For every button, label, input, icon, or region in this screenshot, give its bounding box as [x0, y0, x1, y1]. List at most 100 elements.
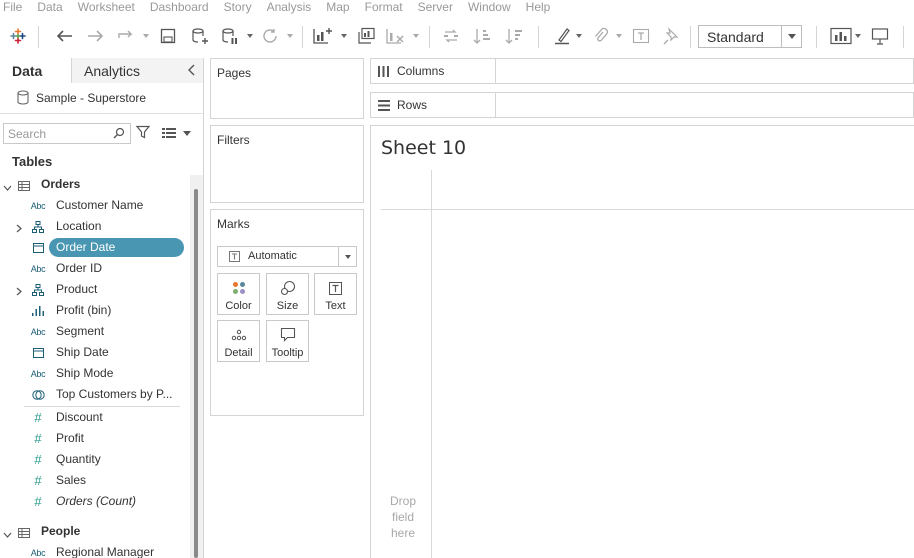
menu-file[interactable]: File: [0, 0, 22, 14]
save-icon[interactable]: [158, 24, 178, 48]
worksheet-canvas[interactable]: Sheet 10 Drop field here: [370, 125, 914, 558]
hierarchy-icon: [29, 220, 47, 233]
new-datasource-icon[interactable]: [190, 24, 210, 48]
number-type-icon: #: [34, 410, 42, 425]
rows-shelf[interactable]: Rows: [370, 92, 914, 118]
size-button[interactable]: Size: [266, 273, 309, 315]
text-button[interactable]: Text: [314, 273, 357, 315]
size-button-label: Size: [276, 300, 299, 312]
field-item[interactable]: # Discount: [0, 407, 192, 428]
menu-story[interactable]: Story: [220, 0, 252, 14]
presentation-icon[interactable]: [870, 24, 890, 48]
field-item[interactable]: # Quantity: [0, 449, 192, 470]
field-label: Customer Name: [56, 198, 144, 212]
database-icon: [17, 90, 29, 109]
field-item[interactable]: Abc Segment: [0, 321, 192, 342]
chevron-right-icon[interactable]: [16, 222, 22, 236]
field-item[interactable]: # Orders (Count): [0, 491, 192, 512]
menu-server[interactable]: Server: [414, 0, 453, 14]
group-icon: [590, 24, 610, 48]
tab-analytics[interactable]: Analytics: [72, 58, 203, 83]
search-box[interactable]: [3, 123, 131, 144]
data-pane: Data Analytics Sample - Superstore Table…: [0, 58, 204, 558]
table-people[interactable]: People: [0, 521, 192, 542]
collapse-pane-icon[interactable]: [187, 62, 197, 78]
duplicate-sheet-icon[interactable]: [355, 24, 377, 48]
pause-updates-icon[interactable]: [220, 24, 240, 48]
rows-icon: [378, 100, 390, 114]
menu-worksheet[interactable]: Worksheet: [74, 0, 135, 14]
datasource-item[interactable]: Sample - Superstore: [0, 84, 203, 114]
axis-divider-horizontal: [381, 209, 914, 210]
show-me-dropdown-icon[interactable]: [854, 24, 862, 48]
field-item[interactable]: # Profit: [0, 428, 192, 449]
pages-card-title: Pages: [217, 66, 252, 80]
undo-icon[interactable]: [54, 24, 74, 48]
scrollbar-thumb[interactable]: [194, 189, 198, 558]
drop-hint-line: field: [391, 510, 414, 524]
menu-dashboard[interactable]: Dashboard: [146, 0, 209, 14]
field-item[interactable]: # Sales: [0, 470, 192, 491]
menu-help[interactable]: Help: [522, 0, 551, 14]
filters-card[interactable]: Filters: [210, 125, 364, 203]
mark-type-select[interactable]: Automatic: [217, 246, 357, 267]
scrollbar[interactable]: [190, 175, 203, 558]
string-type-icon: Abc: [30, 200, 46, 211]
highlight-dropdown-icon[interactable]: [575, 24, 583, 48]
chevron-right-icon[interactable]: [16, 285, 22, 299]
fit-select[interactable]: Standard: [698, 25, 802, 48]
show-me-icon[interactable]: [829, 24, 853, 48]
pages-card[interactable]: Pages: [210, 58, 364, 119]
highlight-icon[interactable]: [552, 24, 572, 48]
color-button[interactable]: Color: [217, 273, 260, 315]
list-view-icon[interactable]: [162, 127, 176, 141]
table-orders[interactable]: Orders: [0, 174, 192, 195]
pause-dropdown-icon[interactable]: [246, 24, 254, 48]
search-input[interactable]: [8, 126, 108, 141]
refresh-icon: [260, 24, 280, 48]
field-item[interactable]: Product: [0, 279, 192, 300]
columns-shelf-label: Columns: [397, 64, 445, 78]
menu-format[interactable]: Format: [361, 0, 403, 14]
chevron-down-icon[interactable]: [781, 26, 801, 47]
sheet-title[interactable]: Sheet 10: [381, 137, 466, 159]
field-label: Order ID: [56, 261, 103, 275]
field-item[interactable]: Abc Customer Name: [0, 195, 192, 216]
table-name: Orders: [41, 177, 81, 191]
menu-window[interactable]: Window: [464, 0, 511, 14]
field-label: Product: [56, 282, 98, 296]
field-item[interactable]: Location: [0, 216, 192, 237]
tableau-logo-icon[interactable]: [8, 24, 28, 48]
chevron-down-icon[interactable]: [3, 180, 12, 194]
menu-map[interactable]: Map: [322, 0, 349, 14]
field-item[interactable]: Order Date: [0, 237, 192, 258]
field-label: Discount: [56, 410, 103, 424]
chevron-down-icon[interactable]: [338, 247, 356, 266]
number-type-icon: #: [34, 494, 42, 509]
view-dropdown-icon[interactable]: [183, 131, 191, 136]
detail-button[interactable]: Detail: [217, 320, 260, 362]
new-worksheet-icon[interactable]: [312, 24, 334, 48]
field-item[interactable]: Abc Regional Manager: [0, 542, 192, 558]
filter-icon[interactable]: [135, 125, 151, 142]
field-item[interactable]: Ship Date: [0, 342, 192, 363]
field-item[interactable]: Abc Order ID: [0, 258, 192, 279]
field-label: Profit: [56, 431, 85, 445]
field-item[interactable]: Abc Ship Mode: [0, 363, 192, 384]
field-item[interactable]: Profit (bin): [0, 300, 192, 321]
field-item[interactable]: Top Customers by P...: [0, 384, 192, 405]
rows-shelf-label: Rows: [397, 98, 428, 112]
new-worksheet-dropdown-icon[interactable]: [340, 24, 348, 48]
drop-field-zone[interactable]: Drop field here: [381, 493, 425, 541]
tab-data[interactable]: Data: [0, 58, 72, 83]
table-icon: [18, 527, 30, 541]
filters-card-title: Filters: [217, 133, 250, 147]
chevron-down-icon[interactable]: [3, 527, 12, 541]
field-label: Quantity: [56, 452, 101, 466]
menu-data[interactable]: Data: [33, 0, 62, 14]
pin-icon: [661, 24, 681, 48]
menu-analysis[interactable]: Analysis: [263, 0, 312, 14]
string-type-icon: Abc: [30, 547, 46, 558]
columns-shelf[interactable]: Columns: [370, 58, 914, 84]
tooltip-button[interactable]: Tooltip: [266, 320, 309, 362]
